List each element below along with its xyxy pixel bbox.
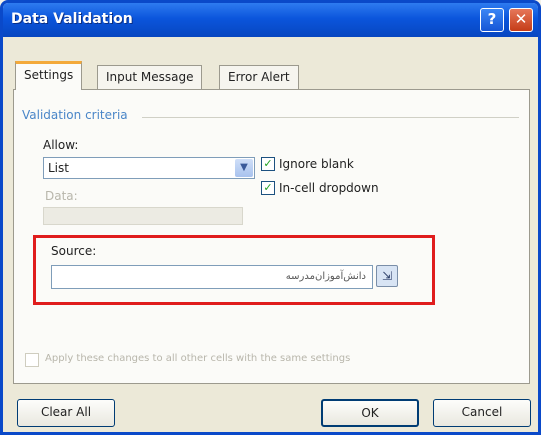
- close-button[interactable]: ✕: [509, 8, 533, 32]
- help-icon: ?: [487, 10, 497, 28]
- group-divider: [142, 117, 519, 118]
- title-bar: Data Validation ? ✕: [3, 3, 538, 37]
- range-select-button[interactable]: ⇲: [376, 265, 398, 287]
- data-select: [43, 207, 243, 225]
- ignore-blank-label: Ignore blank: [279, 157, 354, 171]
- ok-label: OK: [361, 406, 379, 420]
- tab-settings-label: Settings: [24, 68, 74, 82]
- tab-error-alert[interactable]: Error Alert: [219, 65, 299, 89]
- range-select-icon: ⇲: [381, 269, 393, 283]
- data-label: Data:: [45, 189, 78, 203]
- ok-button[interactable]: OK: [321, 399, 419, 427]
- tab-settings[interactable]: Settings: [15, 61, 83, 90]
- source-input[interactable]: دانش‌آموزان‌مدرسه: [51, 265, 373, 289]
- allow-value: List: [48, 161, 69, 175]
- in-cell-dropdown-label: In-cell dropdown: [279, 181, 379, 195]
- tab-input-message-label: Input Message: [106, 70, 194, 84]
- window-title: Data Validation: [11, 11, 133, 27]
- cancel-label: Cancel: [461, 405, 503, 419]
- tab-input-message[interactable]: Input Message: [97, 65, 203, 89]
- apply-all-checkbox[interactable]: [25, 353, 39, 367]
- allow-select[interactable]: List ▼: [43, 157, 255, 179]
- clear-all-label: Clear All: [40, 405, 92, 419]
- close-icon: ✕: [514, 10, 528, 28]
- chevron-down-icon[interactable]: ▼: [235, 159, 253, 177]
- source-value: دانش‌آموزان‌مدرسه: [285, 271, 366, 282]
- validation-criteria-label: Validation criteria: [22, 108, 128, 122]
- cancel-button[interactable]: Cancel: [433, 399, 531, 427]
- allow-label: Allow:: [43, 138, 79, 152]
- in-cell-dropdown-checkbox[interactable]: ✓: [261, 181, 275, 195]
- data-validation-dialog: Data Validation ? ✕ Settings Input Messa…: [0, 0, 541, 435]
- help-button[interactable]: ?: [480, 8, 504, 32]
- clear-all-button[interactable]: Clear All: [17, 399, 115, 427]
- check-icon: ✓: [263, 181, 273, 194]
- apply-all-label: Apply these changes to all other cells w…: [45, 353, 351, 364]
- check-icon: ✓: [263, 157, 273, 170]
- ignore-blank-checkbox[interactable]: ✓: [261, 157, 275, 171]
- source-label: Source:: [51, 244, 97, 258]
- tab-error-alert-label: Error Alert: [228, 70, 290, 84]
